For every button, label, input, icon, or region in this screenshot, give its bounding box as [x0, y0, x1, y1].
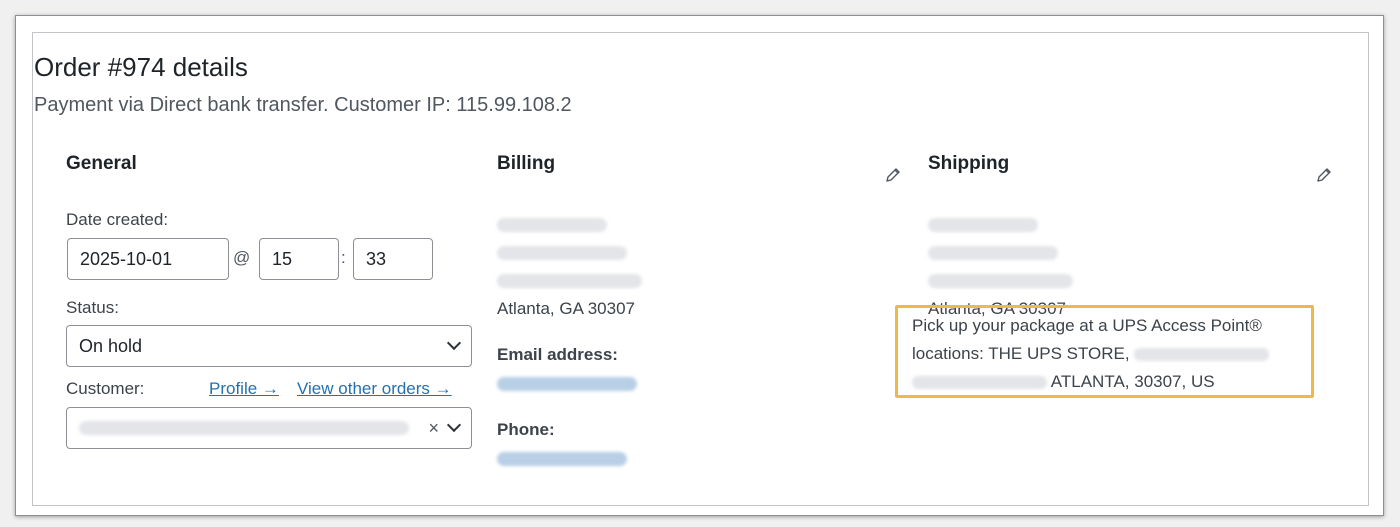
email-label: Email address:	[497, 345, 618, 364]
ups-pickup-notice: Pick up your package at a UPS Access Poi…	[912, 312, 1307, 396]
date-created-label: Date created:	[66, 210, 169, 229]
phone-label: Phone:	[497, 420, 555, 439]
pencil-icon[interactable]	[1316, 167, 1332, 183]
minute-input[interactable]: 33	[353, 238, 433, 280]
billing-name-redacted	[497, 218, 607, 232]
close-icon[interactable]: ×	[428, 418, 439, 439]
billing-street-redacted	[497, 274, 642, 288]
shipping-heading: Shipping	[928, 153, 1010, 174]
date-input[interactable]: 2025-10-01	[67, 238, 229, 280]
payment-info: Payment via Direct bank transfer. Custom…	[34, 94, 572, 116]
billing-email-redacted[interactable]	[497, 377, 637, 391]
at-symbol: @	[233, 248, 251, 267]
customer-label: Customer:	[66, 379, 145, 398]
time-separator: :	[341, 248, 346, 267]
shipping-name-redacted	[928, 218, 1038, 232]
billing-phone-redacted[interactable]	[497, 452, 627, 466]
status-value: On hold	[79, 335, 143, 356]
customer-select[interactable]: ×	[66, 407, 472, 449]
billing-city-line: Atlanta, GA 30307	[497, 299, 635, 318]
hour-input[interactable]: 15	[259, 238, 339, 280]
ups-address-redacted	[1134, 348, 1270, 362]
ups-notice-city: ATLANTA, 30307, US	[1050, 372, 1215, 391]
shipping-company-redacted	[928, 246, 1058, 260]
customer-value-redacted	[79, 421, 409, 435]
page-title: Order #974 details	[34, 52, 248, 82]
view-other-orders-link[interactable]: View other orders →	[297, 379, 452, 399]
general-heading: General	[66, 153, 137, 174]
profile-link[interactable]: Profile →	[209, 379, 279, 399]
chevron-down-icon	[446, 417, 462, 433]
status-label: Status:	[66, 298, 119, 317]
shipping-street-redacted	[928, 274, 1073, 288]
ups-address-redacted	[912, 376, 1047, 390]
billing-company-redacted	[497, 246, 627, 260]
billing-heading: Billing	[497, 153, 556, 174]
status-select[interactable]: On hold	[66, 325, 472, 367]
chevron-down-icon	[446, 335, 462, 351]
pencil-icon[interactable]	[885, 167, 901, 183]
